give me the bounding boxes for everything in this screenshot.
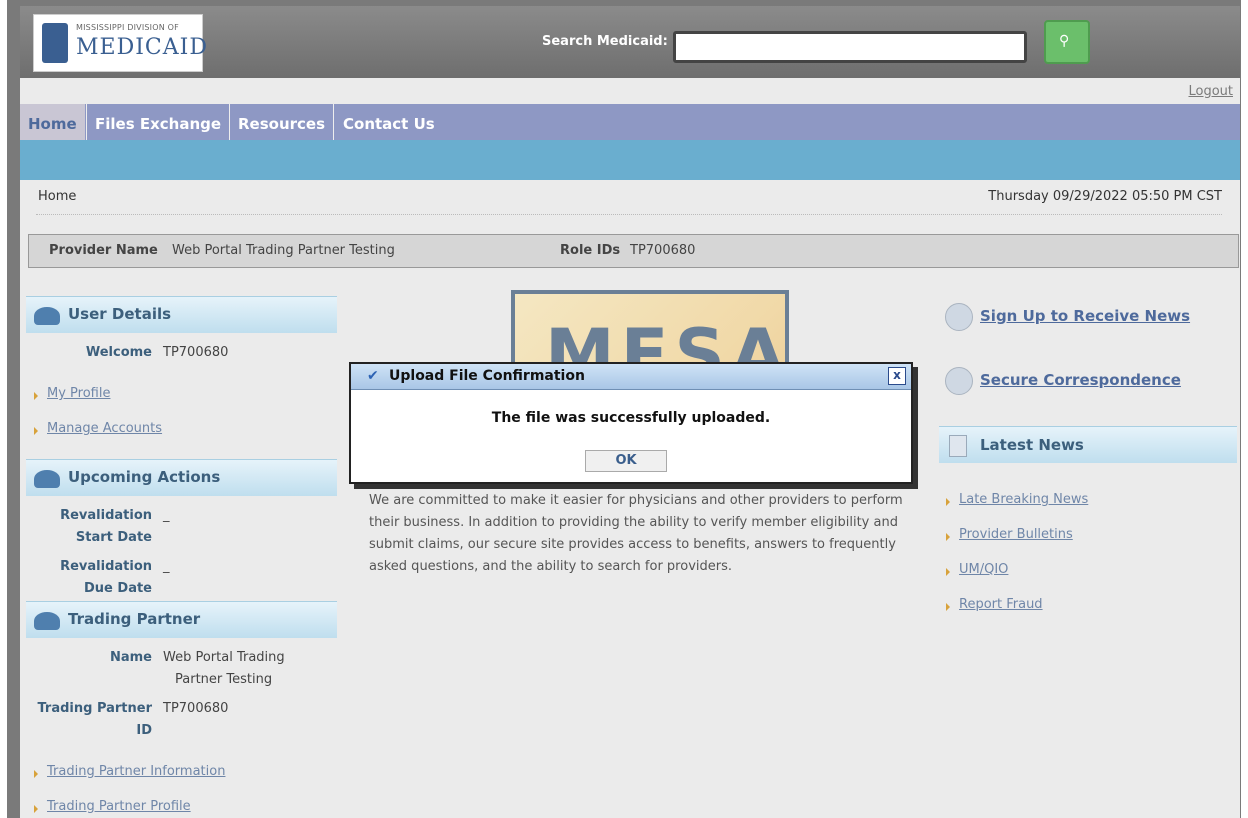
- upcoming-actions-title: Upcoming Actions: [68, 468, 221, 486]
- arrow-icon: [34, 770, 38, 778]
- nav-contact-us[interactable]: Contact Us: [335, 104, 443, 140]
- revalidation-start-label-1: Revalidation: [60, 508, 152, 523]
- upcoming-actions-header: Upcoming Actions: [26, 459, 337, 496]
- breadcrumb: Home: [38, 189, 77, 204]
- document-icon: [949, 435, 967, 457]
- tp-information-link[interactable]: Trading Partner Information: [47, 764, 225, 779]
- tp-id-label-2: ID: [136, 723, 152, 738]
- welcome-label: Welcome: [85, 345, 152, 360]
- subnav-bar: [20, 140, 1240, 180]
- close-button[interactable]: x: [888, 367, 906, 385]
- arrow-icon: [34, 427, 38, 435]
- provider-bulletins-link[interactable]: Provider Bulletins: [959, 527, 1073, 542]
- revalidation-start-value: _: [163, 508, 170, 523]
- current-datetime: Thursday 09/29/2022 05:50 PM CST: [988, 189, 1222, 204]
- ok-button[interactable]: OK: [585, 450, 667, 472]
- secure-correspondence-link[interactable]: Secure Correspondence: [980, 371, 1181, 389]
- arrow-icon: [946, 568, 950, 576]
- trading-partner-title: Trading Partner: [68, 610, 201, 628]
- trading-partner-header: Trading Partner: [26, 601, 337, 638]
- nav-divider: [333, 104, 334, 140]
- search-icon: ⚲: [1059, 33, 1070, 49]
- tp-id-value: TP700680: [163, 701, 229, 716]
- arrow-icon: [946, 533, 950, 541]
- tp-profile-link[interactable]: Trading Partner Profile: [47, 799, 191, 814]
- search-input[interactable]: [673, 31, 1027, 63]
- header: MISSISSIPPI DIVISION OF MEDICAID Search …: [20, 6, 1240, 78]
- my-profile-link[interactable]: My Profile: [47, 386, 110, 401]
- dialog-message: The file was successfully uploaded.: [491, 410, 771, 426]
- megaphone-icon: [945, 303, 973, 331]
- sign-up-news-link[interactable]: Sign Up to Receive News: [980, 307, 1190, 325]
- welcome-value: TP700680: [163, 345, 229, 360]
- tp-id-label-1: Trading Partner: [37, 701, 152, 716]
- report-fraud-link[interactable]: Report Fraud: [959, 597, 1043, 612]
- manage-accounts-link[interactable]: Manage Accounts: [47, 421, 162, 436]
- users-icon: [34, 612, 60, 630]
- revalidation-due-label-1: Revalidation: [60, 559, 152, 574]
- checkmark-icon: ✔: [367, 368, 379, 384]
- revalidation-due-value: _: [163, 559, 170, 574]
- revalidation-start-label-2: Start Date: [75, 530, 152, 545]
- state-emblem-icon: [42, 23, 68, 63]
- provider-bar: Provider Name Web Portal Trading Partner…: [28, 234, 1239, 268]
- nav-resources[interactable]: Resources: [230, 104, 333, 140]
- logout-link[interactable]: Logout: [1188, 84, 1233, 99]
- user-details-header: User Details: [26, 296, 337, 333]
- dialog-titlebar[interactable]: ✔ Upload File Confirmation x: [351, 364, 911, 390]
- latest-news-title: Latest News: [980, 436, 1084, 454]
- upload-confirmation-dialog: ✔ Upload File Confirmation x The file wa…: [349, 362, 913, 484]
- provider-name-label: Provider Name: [49, 243, 158, 258]
- arrow-icon: [946, 498, 950, 506]
- divider: [36, 214, 1222, 215]
- provider-name-value: Web Portal Trading Partner Testing: [172, 243, 395, 258]
- tp-name-value-1: Web Portal Trading: [163, 650, 285, 665]
- latest-news-header: Latest News: [939, 426, 1237, 463]
- arrow-icon: [946, 603, 950, 611]
- medicaid-logo[interactable]: MISSISSIPPI DIVISION OF MEDICAID: [33, 14, 207, 72]
- tp-name-label: Name: [109, 650, 152, 665]
- arrow-icon: [34, 392, 38, 400]
- intro-text: We are committed to make it easier for p…: [369, 493, 903, 574]
- user-details-title: User Details: [68, 305, 172, 323]
- dialog-title: Upload File Confirmation: [389, 368, 585, 384]
- search-label: Search Medicaid:: [542, 34, 668, 49]
- role-ids-value: TP700680: [630, 243, 696, 258]
- role-ids-label: Role IDs: [560, 243, 621, 258]
- arrow-icon: [34, 805, 38, 813]
- logo-line2: MEDICAID: [76, 35, 208, 60]
- envelope-icon: [945, 367, 973, 395]
- nav-home[interactable]: Home: [20, 104, 85, 140]
- main-nav: Home Files Exchange Resources Contact Us: [20, 104, 1240, 140]
- users-icon: [34, 470, 60, 488]
- search-button[interactable]: ⚲: [1044, 20, 1090, 64]
- users-icon: [34, 307, 60, 325]
- um-qio-link[interactable]: UM/QIO: [959, 562, 1008, 577]
- tp-name-value-2: Partner Testing: [175, 672, 273, 687]
- revalidation-due-label-2: Due Date: [84, 581, 152, 596]
- nav-files-exchange[interactable]: Files Exchange: [87, 104, 229, 140]
- logo-line1: MISSISSIPPI DIVISION OF: [76, 23, 179, 32]
- late-breaking-news-link[interactable]: Late Breaking News: [959, 492, 1088, 507]
